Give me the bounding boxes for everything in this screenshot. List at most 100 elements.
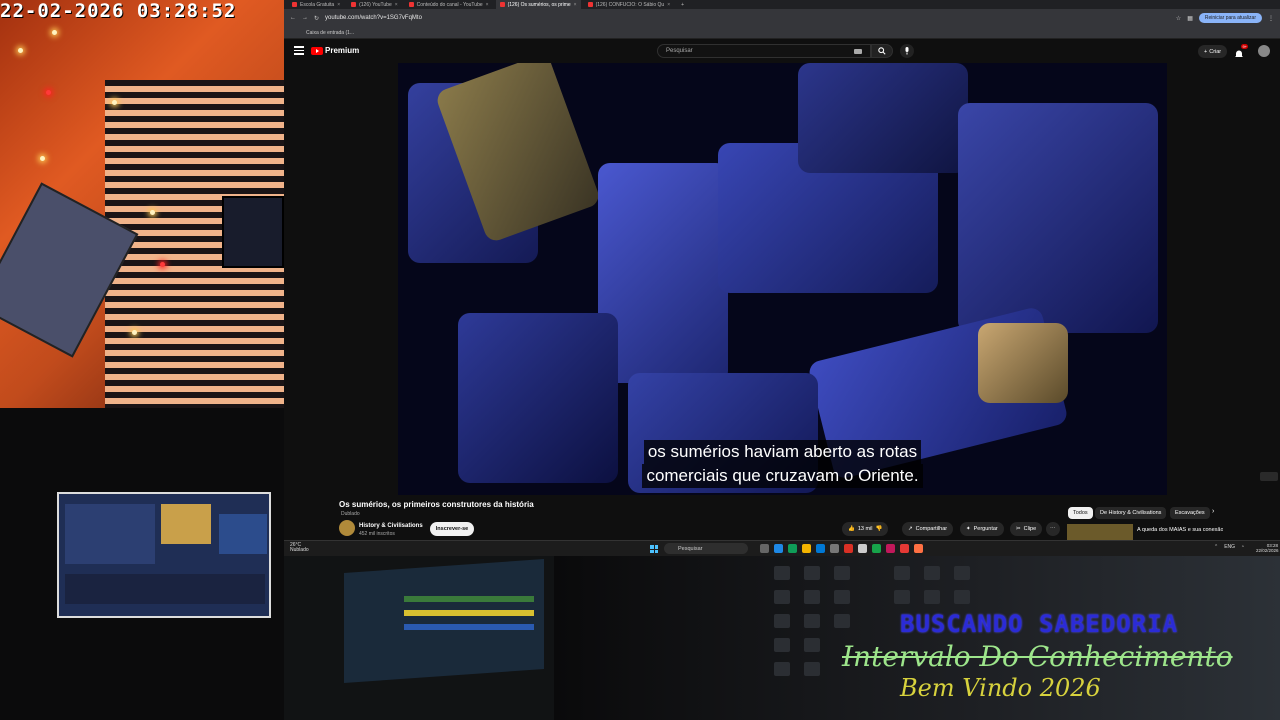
tab-escola[interactable]: Escola Gratuita × bbox=[288, 0, 344, 9]
tab-label: (126) Os sumérios, os prime bbox=[507, 1, 571, 8]
channel-name[interactable]: History & Civilisations bbox=[359, 523, 423, 529]
clip-button[interactable]: ✂ Clipe bbox=[1010, 522, 1043, 536]
youtube-logo[interactable]: Premium bbox=[311, 46, 359, 55]
microphone-icon bbox=[905, 47, 909, 55]
video-frame-detail bbox=[458, 313, 618, 483]
camera-timestamp: 22-02-2026 03:28:52 bbox=[0, 0, 237, 22]
chevron-up-icon[interactable]: ⌃ bbox=[1214, 544, 1218, 550]
controller-pad bbox=[804, 614, 820, 628]
tab-label: (126) CONFUCIO: O Sábio Qu bbox=[595, 1, 665, 8]
youtube-favicon-icon bbox=[499, 2, 505, 7]
search-placeholder: Pesquisar bbox=[666, 48, 693, 54]
recommended-video[interactable]: A queda dos MAIAS e sua conexão moderna … bbox=[1067, 524, 1223, 540]
close-icon[interactable]: × bbox=[574, 2, 577, 8]
system-tray[interactable]: ⌃ ENG ◔ bbox=[1214, 544, 1244, 550]
video-title: Os sumérios, os primeiros construtores d… bbox=[339, 500, 534, 509]
reload-icon[interactable]: ↻ bbox=[314, 15, 319, 22]
close-icon[interactable]: × bbox=[667, 2, 670, 8]
caption-line: comerciais que cruzavam o Oriente. bbox=[642, 464, 923, 488]
windows-start-icon[interactable] bbox=[650, 545, 658, 553]
edge-icon[interactable] bbox=[816, 544, 825, 553]
task-view-icon[interactable] bbox=[760, 544, 769, 553]
account-avatar[interactable] bbox=[1258, 45, 1270, 57]
youtube-favicon-icon bbox=[587, 2, 593, 7]
app-icon[interactable] bbox=[914, 544, 923, 553]
file-explorer-icon[interactable] bbox=[774, 544, 783, 553]
controller-pad bbox=[954, 590, 970, 604]
voice-search-button[interactable] bbox=[900, 44, 914, 58]
notifications-button[interactable]: 9+ bbox=[1234, 44, 1248, 57]
thumbs-down-icon[interactable]: 👎 bbox=[876, 526, 883, 532]
create-button[interactable]: + Criar bbox=[1198, 45, 1228, 58]
quality-badge-icon[interactable] bbox=[1260, 472, 1278, 481]
weather-widget[interactable]: 26°C Nublado bbox=[290, 543, 309, 553]
like-button[interactable]: 👍 13 mil 👎 bbox=[842, 522, 889, 536]
ask-button[interactable]: ✦ Perguntar bbox=[960, 522, 1004, 536]
tab-label: Conteúdo do canal - YouTube bbox=[416, 1, 483, 8]
chip-all[interactable]: Todos bbox=[1068, 507, 1093, 519]
fairy-light bbox=[112, 100, 117, 105]
chevron-right-icon[interactable]: › bbox=[1212, 508, 1214, 515]
close-icon[interactable]: × bbox=[395, 2, 398, 8]
recommended-thumbnail bbox=[1067, 524, 1133, 540]
chip-channel[interactable]: De History & Civilisations bbox=[1095, 507, 1167, 519]
new-tab-button[interactable]: + bbox=[677, 0, 688, 9]
tab-confucio[interactable]: (126) CONFUCIO: O Sábio Qu × bbox=[584, 0, 675, 9]
more-actions-button[interactable]: ⋯ bbox=[1046, 522, 1060, 536]
app-icon[interactable] bbox=[872, 544, 881, 553]
bookmark-gmail[interactable]: Caixa de entrada (1... bbox=[306, 30, 354, 36]
channel-brand-subtitle: Intervalo Do Conhecimento bbox=[842, 640, 1233, 673]
update-restart-button[interactable]: Reiniciar para atualizar bbox=[1198, 13, 1262, 23]
video-player[interactable] bbox=[398, 63, 1167, 495]
create-label: Criar bbox=[1209, 48, 1222, 55]
chip-escavacoes[interactable]: Escavações bbox=[1170, 507, 1210, 519]
fairy-light bbox=[40, 156, 45, 161]
kebab-menu-icon[interactable]: ⋮ bbox=[1268, 15, 1274, 22]
url-field[interactable]: youtube.com/watch?v=1SG7vFqMto bbox=[325, 15, 422, 21]
audio-meter bbox=[404, 624, 534, 630]
taskbar-search[interactable]: Pesquisar bbox=[664, 543, 748, 554]
keyboard-icon[interactable] bbox=[854, 48, 862, 54]
subscribe-button[interactable]: Inscrever-se bbox=[430, 522, 474, 536]
chrome-icon[interactable] bbox=[788, 544, 797, 553]
taskbar-clock[interactable]: 03:28 22/02/2026 bbox=[1256, 543, 1279, 553]
app-icon[interactable] bbox=[858, 544, 867, 553]
tab-youtube[interactable]: (126) YouTube × bbox=[347, 0, 402, 9]
bell-icon bbox=[1235, 50, 1243, 57]
folder-icon[interactable] bbox=[802, 544, 811, 553]
search-input[interactable]: Pesquisar bbox=[657, 44, 871, 58]
language-indicator[interactable]: ENG bbox=[1224, 544, 1235, 550]
audio-meter bbox=[404, 596, 534, 602]
hamburger-menu-icon[interactable] bbox=[294, 46, 304, 55]
dubbed-label: Dublado bbox=[341, 511, 360, 517]
monitor-right bbox=[222, 196, 284, 268]
youtube-favicon-icon bbox=[351, 2, 357, 7]
search-button[interactable] bbox=[871, 44, 893, 58]
close-icon[interactable]: × bbox=[337, 2, 340, 8]
back-icon[interactable]: ← bbox=[290, 15, 296, 21]
tab-studio[interactable]: Conteúdo do canal - YouTube × bbox=[405, 0, 493, 9]
close-icon[interactable]: × bbox=[486, 2, 489, 8]
share-label: Compartilhar bbox=[915, 526, 948, 532]
channel-avatar[interactable] bbox=[339, 520, 355, 536]
share-button[interactable]: ↗ Compartilhar bbox=[902, 522, 954, 536]
video-frame-detail bbox=[978, 323, 1068, 403]
search-icon bbox=[878, 47, 886, 55]
fairy-light bbox=[46, 90, 51, 95]
app-icon[interactable] bbox=[844, 544, 853, 553]
obs-icon[interactable] bbox=[900, 544, 909, 553]
controller-pad bbox=[834, 566, 850, 580]
settings-icon[interactable] bbox=[830, 544, 839, 553]
controller-pad bbox=[774, 614, 790, 628]
monitor-screen bbox=[344, 559, 544, 683]
app-icon[interactable] bbox=[886, 544, 895, 553]
controller-pad bbox=[924, 566, 940, 580]
extensions-icon[interactable]: ▦ bbox=[1187, 15, 1193, 22]
thumbs-up-icon: 👍 bbox=[848, 526, 855, 532]
tab-sumerios[interactable]: (126) Os sumérios, os prime × bbox=[495, 0, 581, 9]
wifi-icon[interactable]: ◔ bbox=[1241, 544, 1244, 550]
controller-pad bbox=[834, 590, 850, 604]
forward-icon[interactable]: → bbox=[302, 15, 308, 21]
star-icon[interactable]: ☆ bbox=[1176, 15, 1181, 22]
controller-pad bbox=[774, 638, 790, 652]
